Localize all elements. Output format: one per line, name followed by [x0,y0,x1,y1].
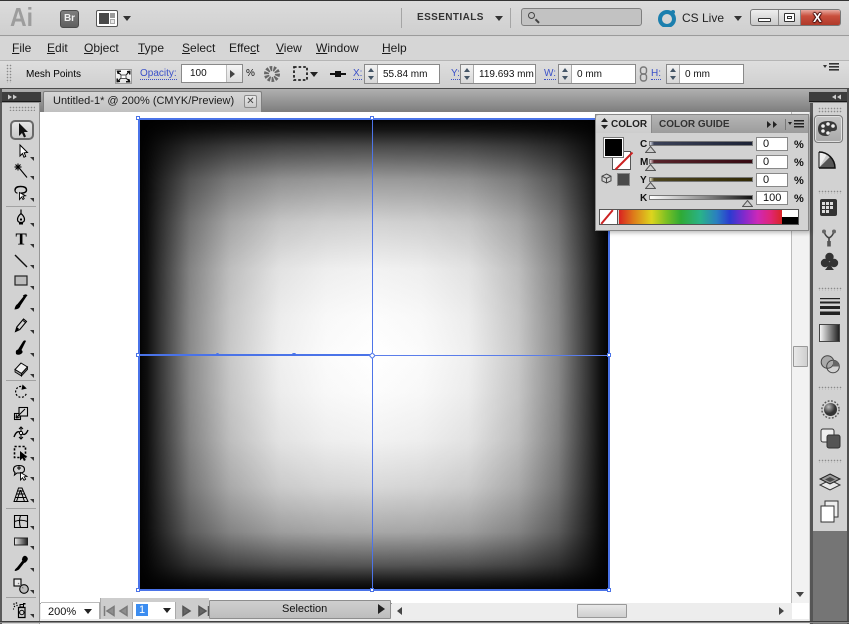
svg-text:T: T [16,230,28,249]
